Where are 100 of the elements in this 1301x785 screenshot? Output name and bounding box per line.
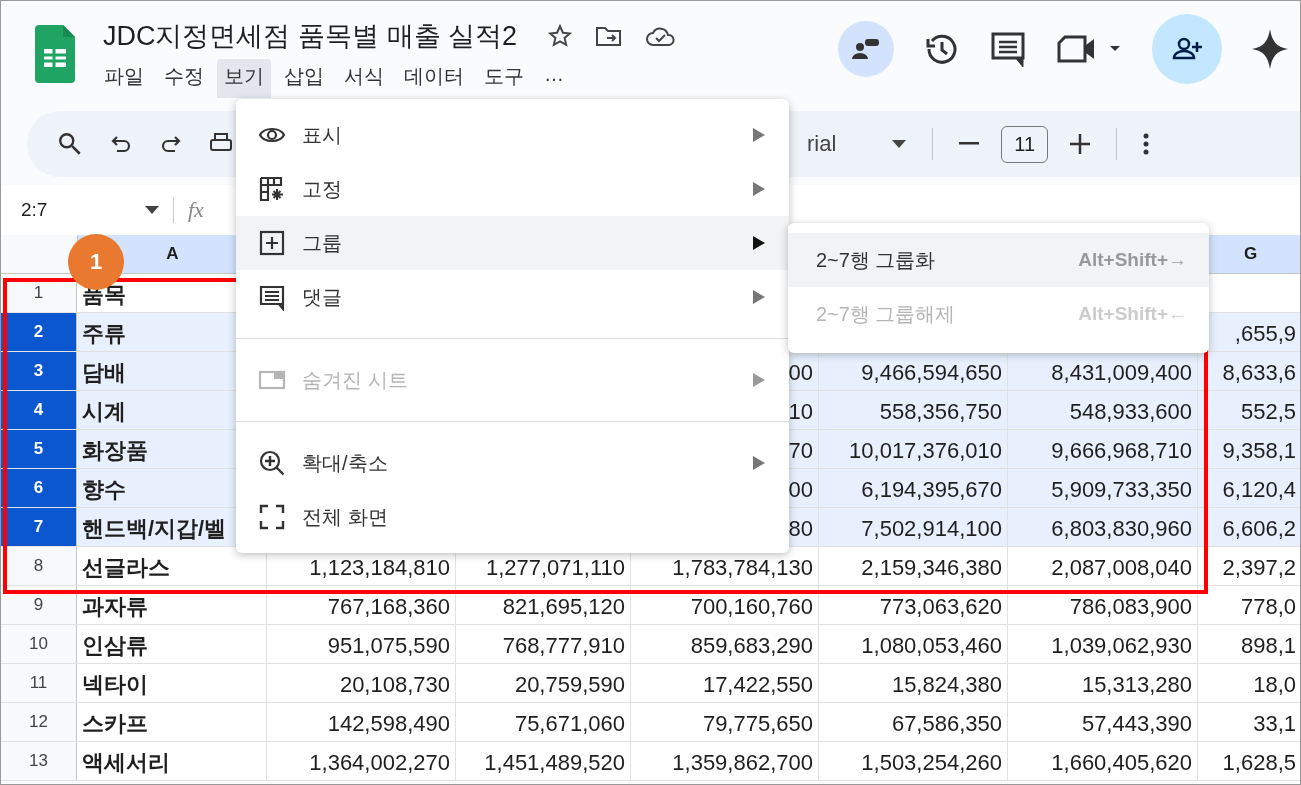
menu-item[interactable]: … xyxy=(537,59,571,98)
caret-icon[interactable] xyxy=(145,206,159,214)
row-header[interactable]: 10 xyxy=(1,625,77,663)
table-cell-text: 화장품 xyxy=(82,437,148,465)
grid-freeze-icon xyxy=(258,175,286,203)
table-cell-text: 담배 xyxy=(82,359,126,387)
column-header[interactable]: A xyxy=(166,244,179,264)
table-cell: 67,586,350 xyxy=(891,711,1002,737)
table-cell: 773,063,620 xyxy=(879,594,1002,620)
row-header[interactable]: 4 xyxy=(1,391,77,429)
menu-item[interactable]: 서식 xyxy=(337,59,391,98)
table-cell: 6,803,830,960 xyxy=(1051,516,1192,542)
row-header[interactable]: 5 xyxy=(1,430,77,468)
table-cell: 2,159,346,380 xyxy=(861,555,1002,581)
zoom-in-icon xyxy=(258,449,286,477)
fx-label: fx xyxy=(188,197,204,223)
table-cell: 768,777,910 xyxy=(502,633,625,659)
table-cell: 1,364,002,270 xyxy=(309,750,450,776)
table-cell: 15,313,280 xyxy=(1081,672,1192,698)
row-header[interactable]: 13 xyxy=(1,742,77,780)
menu-item[interactable]: 고정 xyxy=(236,162,789,216)
table-cell: 898,1 xyxy=(1240,633,1296,659)
undo-icon[interactable] xyxy=(109,133,133,155)
comment-icon xyxy=(258,283,286,311)
table-cell: 767,168,360 xyxy=(327,594,450,620)
column-header[interactable]: G xyxy=(1243,244,1258,264)
row-header[interactable]: 8 xyxy=(1,547,77,585)
row-header[interactable]: 2 xyxy=(1,313,77,351)
table-cell: 8,431,009,400 xyxy=(1051,360,1192,386)
table-cell: 859,683,290 xyxy=(690,633,813,659)
table-cell: 18,0 xyxy=(1253,672,1296,698)
table-cell: 9,358,1 xyxy=(1222,438,1296,464)
menu-item[interactable]: 전체 화면 xyxy=(236,490,789,544)
table-cell: 79,775,650 xyxy=(702,711,813,737)
table-cell: 558,356,750 xyxy=(879,399,1002,425)
table-cell: 17,422,550 xyxy=(702,672,813,698)
table-cell: 1,451,489,520 xyxy=(484,750,625,776)
table-cell: 33,1 xyxy=(1253,711,1296,737)
table-cell: 6,606,2 xyxy=(1222,516,1296,542)
name-box[interactable]: 2:7 xyxy=(21,199,131,221)
table-cell: 552,5 xyxy=(1240,399,1296,425)
folder-icon[interactable] xyxy=(595,24,624,48)
menu-item[interactable]: 데이터 xyxy=(397,59,471,98)
table-cell: 57,443,390 xyxy=(1081,711,1192,737)
table-cell-text: 스카프 xyxy=(82,710,148,738)
comment-icon[interactable] xyxy=(990,31,1026,67)
table-cell-text: 선글라스 xyxy=(82,554,170,582)
table-cell: 700,160,760 xyxy=(690,594,813,620)
table-cell: 20,108,730 xyxy=(339,672,450,698)
table-cell: 6,120,4 xyxy=(1222,477,1296,503)
menu-item[interactable]: 그룹 xyxy=(236,216,789,270)
sparkle-icon[interactable] xyxy=(1252,29,1288,69)
table-cell: 10,017,376,010 xyxy=(849,438,1002,464)
table-cell: 1,277,071,110 xyxy=(485,555,625,581)
plus-icon[interactable] xyxy=(1070,134,1091,154)
table-cell: 1,660,405,620 xyxy=(1051,750,1192,776)
table-cell-text: 과자류 xyxy=(82,593,148,621)
more-icon[interactable] xyxy=(1143,133,1150,155)
share-button-icon[interactable] xyxy=(1152,14,1222,84)
row-header[interactable]: 11 xyxy=(1,664,77,702)
menu-item[interactable]: 표시 xyxy=(236,108,789,162)
caret-icon[interactable] xyxy=(892,140,907,148)
minus-icon[interactable] xyxy=(959,142,980,146)
row-header[interactable]: 7 xyxy=(1,508,77,546)
document-title[interactable]: JDC지정면세점 품목별 매출 실적2 xyxy=(103,18,518,54)
star-icon[interactable] xyxy=(547,23,574,49)
table-cell: 8,633,6 xyxy=(1222,360,1296,386)
table-cell: 1,039,062,930 xyxy=(1051,633,1192,659)
menu-item[interactable]: 확대/축소 xyxy=(236,436,789,490)
sheets-logo-icon[interactable] xyxy=(35,25,75,83)
table-cell: 1,783,784,130 xyxy=(672,555,813,581)
table-cell: 6,194,395,670 xyxy=(861,477,1002,503)
menu-item[interactable]: 삽입 xyxy=(277,59,331,98)
table-cell: 1,359,862,700 xyxy=(672,750,813,776)
table-cell: 951,075,590 xyxy=(327,633,450,659)
menu-item[interactable]: 파일 xyxy=(97,59,151,98)
row-header[interactable]: 12 xyxy=(1,703,77,741)
table-cell-text: 액세서리 xyxy=(82,749,170,777)
search-icon[interactable] xyxy=(57,131,83,157)
table-cell: 2,397,2 xyxy=(1222,555,1296,581)
menu-item[interactable]: 수정 xyxy=(157,59,211,98)
table-cell-text: 시계 xyxy=(82,398,126,426)
table-cell: 778,0 xyxy=(1240,594,1296,620)
chat-avatar-icon[interactable] xyxy=(838,21,894,77)
table-cell: 142,598,490 xyxy=(327,711,450,737)
table-cell: 10 xyxy=(788,399,813,425)
row-header[interactable]: 6 xyxy=(1,469,77,507)
video-camera-icon[interactable] xyxy=(1056,34,1122,64)
menu-item[interactable]: 댓글 xyxy=(236,270,789,324)
table-cell-text: 주류 xyxy=(82,320,126,348)
menu-item[interactable]: 도구 xyxy=(477,59,531,98)
row-header[interactable]: 3 xyxy=(1,352,77,390)
table-cell: 75,671,060 xyxy=(514,711,625,737)
menu-item[interactable]: 보기 xyxy=(217,59,271,98)
redo-icon[interactable] xyxy=(159,133,183,155)
font-size-field[interactable]: 11 xyxy=(1001,125,1049,163)
table-cell: 9,466,594,650 xyxy=(861,360,1002,386)
table-cell: 1,628,5 xyxy=(1222,750,1296,776)
font-dropdown[interactable]: rial xyxy=(807,131,837,157)
menu-item[interactable]: 2~7행 그룹화 Alt+Shift+→ xyxy=(788,233,1209,287)
